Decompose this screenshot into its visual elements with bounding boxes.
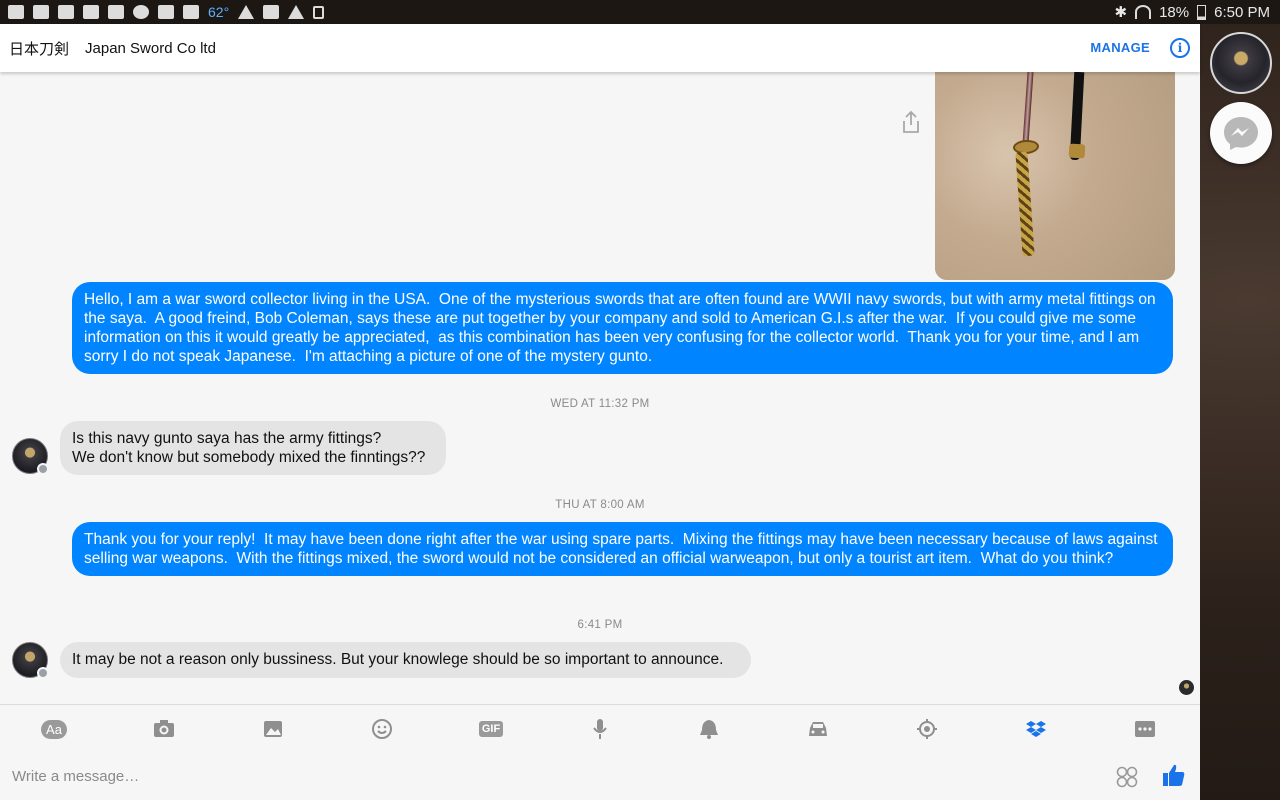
facebook-badge-icon <box>37 667 49 679</box>
location-icon[interactable] <box>914 717 940 741</box>
avatar[interactable] <box>12 642 49 679</box>
bell-icon[interactable] <box>696 717 722 741</box>
message-thread[interactable]: Hello, I am a war sword collector living… <box>0 72 1200 704</box>
conversation-title: Japan Sword Co ltd <box>85 39 216 57</box>
car-icon[interactable] <box>805 717 831 741</box>
timestamp: THU AT 8:00 AM <box>555 499 645 511</box>
bluetooth-icon: ✱ <box>1114 4 1128 21</box>
notification-icons: 62° <box>0 4 325 20</box>
seen-avatar <box>1179 680 1194 695</box>
photo-background <box>935 72 1175 280</box>
message-text: Thank you for your reply! It may have be… <box>84 531 1162 567</box>
message-composer <box>0 752 1200 800</box>
alert-icon <box>288 5 305 19</box>
voicemail-icon <box>108 5 124 19</box>
system-status: ✱ 18% 6:50 PM <box>1115 0 1270 24</box>
camera-icon[interactable] <box>151 717 177 741</box>
facebook-badge-icon <box>37 463 49 475</box>
chat-head-avatar[interactable] <box>1210 32 1272 94</box>
lock-icon <box>313 5 325 19</box>
conversation-header: 日本刀剣 Japan Sword Co ltd MANAGE i <box>0 24 1200 72</box>
sticker-icon[interactable] <box>1116 766 1138 788</box>
avatar[interactable] <box>12 438 49 475</box>
gif-tool-label: GIF <box>478 721 504 737</box>
attached-photo[interactable] <box>935 72 1175 280</box>
timestamp: 6:41 PM <box>577 619 623 631</box>
text-icon[interactable]: Aa <box>41 717 67 741</box>
wifi-icon <box>1135 5 1152 19</box>
timestamp: WED AT 11:32 PM <box>550 398 650 410</box>
manage-button[interactable]: MANAGE <box>1090 40 1150 55</box>
text-tool-label: Aa <box>41 719 67 739</box>
microphone-icon[interactable] <box>587 717 613 741</box>
email-icon <box>58 5 74 19</box>
composer-toolbar: Aa GIF <box>0 704 1200 752</box>
outgoing-message[interactable]: Hello, I am a war sword collector living… <box>72 282 1173 374</box>
share-icon[interactable] <box>900 110 922 134</box>
amazon-icon <box>183 5 199 19</box>
plus-icon <box>33 5 49 19</box>
battery-icon <box>1197 4 1207 20</box>
incoming-message[interactable]: It may be not a reason only bussiness. B… <box>60 642 751 678</box>
messenger-window: 日本刀剣 Japan Sword Co ltd MANAGE i Hello, … <box>0 24 1200 800</box>
battery-percent: 18% <box>1159 3 1190 21</box>
incoming-message[interactable]: Is this navy gunto saya has the army fit… <box>60 421 446 475</box>
message-text: Is this navy gunto saya has the army fit… <box>72 430 426 466</box>
dropbox-icon[interactable] <box>1023 717 1049 741</box>
more-icon[interactable] <box>1132 717 1158 741</box>
warning-icon <box>238 5 255 19</box>
clock: 6:50 PM <box>1214 3 1270 21</box>
message-text: Hello, I am a war sword collector living… <box>84 291 1160 365</box>
message-input[interactable] <box>0 760 1100 792</box>
conversation-title-jp: 日本刀剣 <box>9 40 70 58</box>
temperature: 62° <box>208 4 230 20</box>
gallery-icon[interactable] <box>260 717 286 741</box>
info-icon[interactable]: i <box>1170 38 1190 58</box>
flipboard-icon <box>8 5 24 19</box>
news-icon <box>158 5 174 19</box>
messenger-icon <box>1224 117 1258 150</box>
gif-icon[interactable]: GIF <box>478 717 504 741</box>
outgoing-message[interactable]: Thank you for your reply! It may have be… <box>72 522 1173 576</box>
like-icon[interactable] <box>1162 762 1186 788</box>
app-icon <box>83 5 99 19</box>
emoji-icon[interactable] <box>369 717 395 741</box>
message-text: It may be not a reason only bussiness. B… <box>72 651 724 668</box>
scabbard-fitting <box>1068 143 1086 159</box>
messenger-chat-head[interactable] <box>1210 102 1272 164</box>
messenger-notification-icon <box>133 5 149 19</box>
briefcase-icon <box>263 5 280 19</box>
status-bar: 62° ✱ 18% 6:50 PM <box>0 0 1280 24</box>
